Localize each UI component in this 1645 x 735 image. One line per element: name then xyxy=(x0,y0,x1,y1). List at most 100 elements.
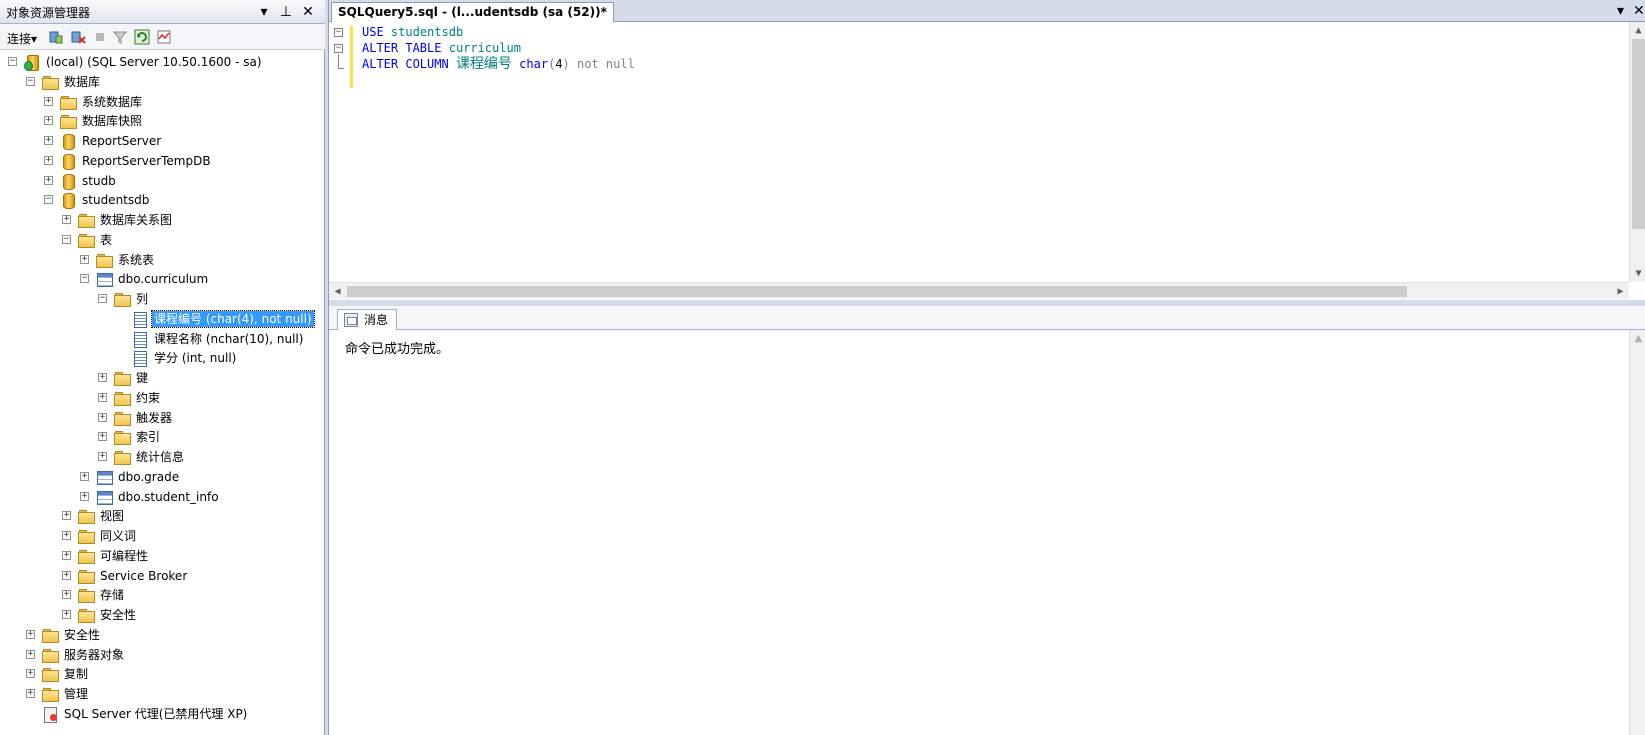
scroll-down-icon[interactable]: ▼ xyxy=(1630,265,1645,282)
tree-node[interactable]: + 安全性 xyxy=(0,605,320,625)
disconnect-icon[interactable] xyxy=(70,29,86,45)
tree-node[interactable]: − (local) (SQL Server 10.50.1600 - sa) xyxy=(0,52,320,72)
tree-node[interactable]: + 复制 xyxy=(0,664,320,684)
expand-icon[interactable]: + xyxy=(98,452,107,461)
expand-icon[interactable]: + xyxy=(26,649,35,659)
tree-node[interactable]: − 表 xyxy=(0,230,320,250)
collapse-toggle-icon[interactable]: − xyxy=(334,44,343,53)
keyword: ALTER COLUMN xyxy=(362,57,449,71)
editor-vertical-scrollbar[interactable]: ▲ ▼ xyxy=(1629,22,1645,282)
expand-icon[interactable]: + xyxy=(62,531,71,540)
expand-icon[interactable]: + xyxy=(98,432,107,442)
pin-icon[interactable]: ⊥ xyxy=(276,2,296,22)
tree-node[interactable]: + Service Broker xyxy=(0,566,320,586)
expand-icon[interactable]: + xyxy=(26,669,35,679)
dropdown-icon[interactable]: ▾ xyxy=(254,2,274,22)
expand-icon[interactable]: + xyxy=(62,550,71,560)
close-icon[interactable]: ✕ xyxy=(298,2,318,22)
scroll-thumb[interactable] xyxy=(347,286,1407,297)
expand-icon[interactable]: + xyxy=(62,570,71,580)
results-vertical-scrollbar[interactable]: ▲ xyxy=(1629,330,1645,735)
tab-list-dropdown-icon[interactable]: ▾ xyxy=(1617,2,1624,20)
tree-node[interactable]: + 视图 xyxy=(0,506,320,526)
scroll-left-icon[interactable]: ◀ xyxy=(329,283,346,300)
tree-node[interactable]: − 列 xyxy=(0,289,320,309)
expand-icon[interactable]: + xyxy=(80,471,89,481)
tree-node[interactable]: + 索引 xyxy=(0,427,320,447)
expand-icon[interactable]: + xyxy=(62,215,71,224)
tree-node[interactable]: 课程名称 (nchar(10), null) xyxy=(0,329,320,349)
collapse-icon[interactable]: − xyxy=(80,274,89,284)
tree-node[interactable]: − dbo.curriculum xyxy=(0,269,320,289)
scroll-right-icon[interactable]: ▶ xyxy=(1612,283,1629,300)
tree-node[interactable]: + 约束 xyxy=(0,388,320,408)
tree-node[interactable]: + ReportServer xyxy=(0,131,320,151)
collapse-icon[interactable]: − xyxy=(62,234,71,244)
tree-node[interactable]: SQL Server 代理(已禁用代理 XP) xyxy=(0,704,320,724)
filter-icon[interactable] xyxy=(112,29,128,45)
folder-icon xyxy=(78,588,95,604)
expand-icon[interactable]: + xyxy=(98,412,107,422)
tree-node[interactable]: + 数据库快照 xyxy=(0,111,320,131)
tab-sqlquery5[interactable]: SQLQuery5.sql - (l...udentsdb (sa (52))* xyxy=(331,2,614,22)
tree-node[interactable]: + 可编程性 xyxy=(0,546,320,566)
tree-node[interactable]: + 键 xyxy=(0,368,320,388)
tree-node[interactable]: + studb xyxy=(0,171,320,191)
tree-node[interactable]: + 存储 xyxy=(0,585,320,605)
collapse-icon[interactable]: − xyxy=(8,57,17,66)
tree-node[interactable]: + dbo.student_info xyxy=(0,487,320,507)
expand-icon[interactable]: + xyxy=(44,136,53,145)
expand-icon[interactable]: + xyxy=(26,629,35,639)
tree-node[interactable]: + 触发器 xyxy=(0,408,320,428)
stop-icon[interactable] xyxy=(92,29,108,45)
expand-icon[interactable]: + xyxy=(80,491,89,501)
tree-node[interactable]: + 统计信息 xyxy=(0,447,320,467)
tree-node[interactable]: + 服务器对象 xyxy=(0,645,320,665)
collapse-icon[interactable]: − xyxy=(26,76,35,86)
expand-icon[interactable]: + xyxy=(44,96,53,106)
expand-icon[interactable]: + xyxy=(26,689,35,698)
tree-node[interactable]: + 系统数据库 xyxy=(0,92,320,112)
expand-icon[interactable]: + xyxy=(62,511,71,521)
collapse-icon[interactable]: − xyxy=(44,195,53,205)
editor-horizontal-scrollbar[interactable]: ◀ ▶ xyxy=(329,282,1629,299)
expand-icon[interactable]: + xyxy=(62,590,71,600)
tree-node[interactable]: − 数据库 xyxy=(0,72,320,92)
tree-node[interactable]: − studentsdb xyxy=(0,190,320,210)
connect-server-icon[interactable] xyxy=(48,29,64,45)
tree-node[interactable]: + 系统表 xyxy=(0,250,320,270)
tree-node[interactable]: + 数据库关系图 xyxy=(0,210,320,230)
expand-icon[interactable]: + xyxy=(98,392,107,402)
collapse-toggle-icon[interactable]: − xyxy=(334,28,343,37)
scroll-up-icon[interactable]: ▲ xyxy=(1630,22,1645,39)
object-explorer-tree: − (local) (SQL Server 10.50.1600 - sa) − 数据… xyxy=(0,52,325,735)
sql-code-editor[interactable]: − − USE studentsdb ALTER TABLE curriculu… xyxy=(329,22,1645,300)
tree-node[interactable]: + 同义词 xyxy=(0,526,320,546)
folder-icon xyxy=(78,509,95,525)
tree-node[interactable]: + 安全性 xyxy=(0,625,320,645)
refresh-icon[interactable] xyxy=(134,29,150,45)
tab-close-icon[interactable]: ✕ xyxy=(1633,2,1645,20)
results-pane: 消息 命令已成功完成。 ▲ xyxy=(329,306,1645,735)
scroll-thumb[interactable] xyxy=(1632,39,1645,229)
column-icon xyxy=(132,311,148,328)
tree-node[interactable]: + dbo.grade xyxy=(0,467,320,487)
tree-node-label: 复制 xyxy=(64,667,89,682)
tree-node[interactable]: + ReportServerTempDB xyxy=(0,151,320,171)
connect-button[interactable]: 连接▾ xyxy=(7,30,37,47)
expand-icon[interactable]: + xyxy=(98,373,107,382)
expand-icon[interactable]: + xyxy=(80,254,89,264)
folder-icon xyxy=(114,391,131,406)
activity-monitor-icon[interactable] xyxy=(156,29,172,45)
tree-node[interactable]: 课程编号 (char(4), not null) xyxy=(0,309,320,329)
tree-node[interactable]: 学分 (int, null) xyxy=(0,348,320,368)
expand-icon[interactable]: + xyxy=(44,116,53,126)
tree-node[interactable]: + 管理 xyxy=(0,684,320,704)
tree-node-label: 数据库关系图 xyxy=(100,213,173,227)
expand-icon[interactable]: + xyxy=(44,175,53,185)
tab-messages[interactable]: 消息 xyxy=(337,309,398,330)
expand-icon[interactable]: + xyxy=(62,610,71,619)
expand-icon[interactable]: + xyxy=(44,155,53,165)
collapse-icon[interactable]: − xyxy=(98,294,107,303)
scroll-up-icon[interactable]: ▲ xyxy=(1630,330,1645,347)
